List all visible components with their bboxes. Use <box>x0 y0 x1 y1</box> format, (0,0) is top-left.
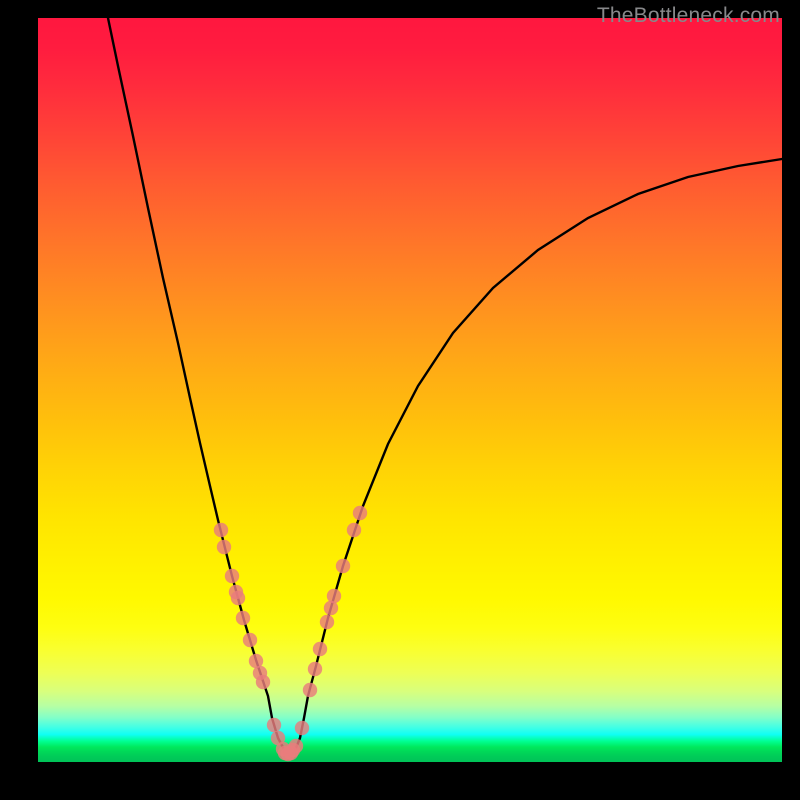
highlight-dot <box>231 591 245 605</box>
highlight-dot <box>303 683 317 697</box>
highlight-dot <box>336 559 350 573</box>
highlight-dot <box>267 718 281 732</box>
highlight-dots-group <box>214 506 367 761</box>
curve-layer <box>38 18 782 762</box>
highlight-dot <box>214 523 228 537</box>
highlight-dot <box>217 540 231 554</box>
chart-frame: TheBottleneck.com <box>0 0 800 800</box>
highlight-dot <box>256 675 270 689</box>
highlight-dot <box>236 611 250 625</box>
highlight-dot <box>327 589 341 603</box>
highlight-dot <box>225 569 239 583</box>
highlight-dot <box>347 523 361 537</box>
highlight-dot <box>243 633 257 647</box>
highlight-dot <box>289 739 303 753</box>
highlight-dot <box>353 506 367 520</box>
highlight-dot <box>308 662 322 676</box>
highlight-dot <box>313 642 327 656</box>
highlight-dot <box>324 601 338 615</box>
bottleneck-curve <box>108 18 782 753</box>
highlight-dot <box>295 721 309 735</box>
highlight-dot <box>320 615 334 629</box>
